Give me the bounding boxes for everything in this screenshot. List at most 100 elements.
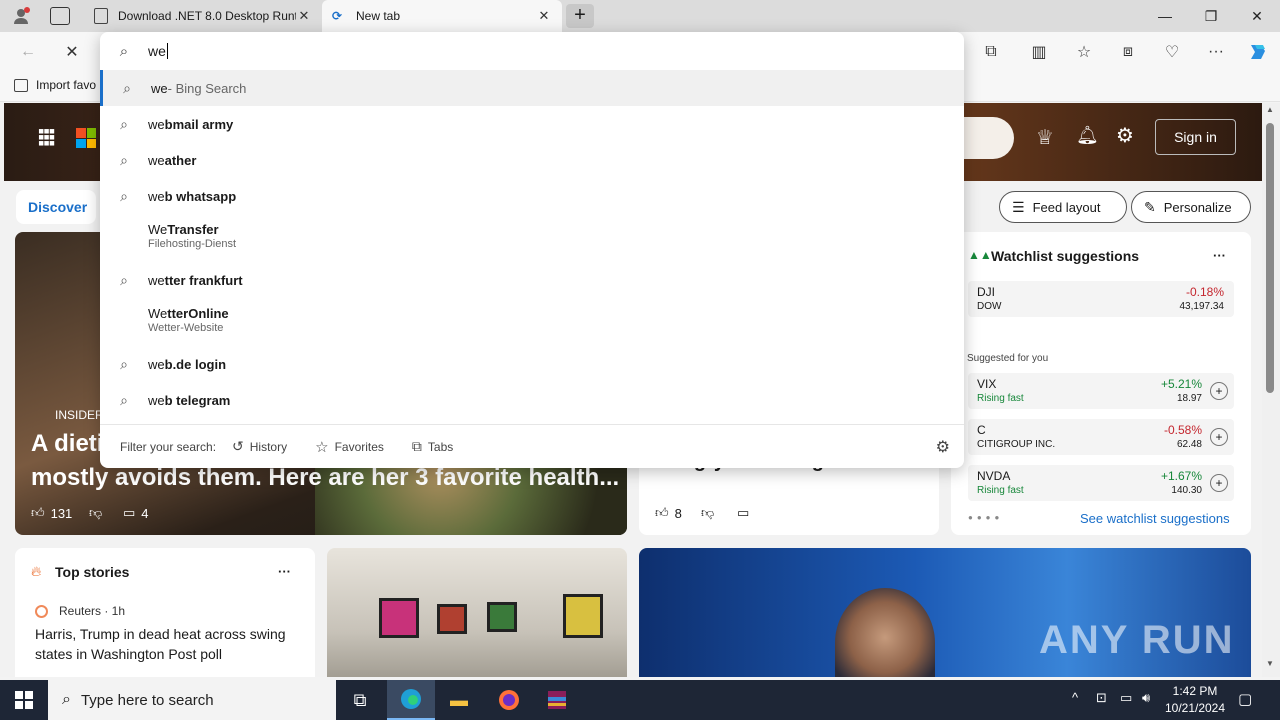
top-stories-more-button[interactable]: ··· [278, 564, 291, 579]
suggestion-item[interactable]: ⌕ we b.de login [100, 346, 964, 382]
suggestion-item[interactable]: ⌕ we b telegram [100, 382, 964, 418]
notification-center-icon[interactable]: ▢ [1238, 690, 1252, 708]
like-button[interactable]: 👍︎ 8 [655, 505, 682, 521]
file-explorer-icon[interactable]: ▬ [435, 680, 483, 720]
show-hidden-icons[interactable]: ^ [1072, 690, 1078, 705]
tab-dotnet-download[interactable]: Download .NET 8.0 Desktop Runt ✕ [84, 0, 322, 32]
search-icon: ⌕ [123, 79, 131, 96]
new-tab-button[interactable]: + [566, 4, 594, 28]
winrar-icon[interactable] [533, 680, 581, 720]
suggestion-typed: We [148, 222, 168, 237]
start-button[interactable] [0, 680, 48, 720]
dislike-icon[interactable]: 👎︎ [701, 505, 714, 521]
firefox-icon[interactable] [485, 680, 533, 720]
network-icon[interactable]: ⊡ [1096, 690, 1107, 706]
suggestion-item[interactable]: ⌕ we - Bing Search [100, 70, 964, 106]
address-input[interactable]: we [148, 43, 168, 59]
search-icon: ⌕ [120, 355, 128, 372]
collections-icon[interactable]: ⧈ [1114, 38, 1142, 66]
tab-new-tab[interactable]: ⟳ New tab ✕ [322, 0, 562, 32]
filter-favorites-button[interactable]: ☆ Favorites [315, 438, 384, 456]
suggestion-item[interactable]: ⌕ we bmail army [100, 106, 964, 142]
close-tab-icon[interactable]: ✕ [536, 8, 552, 24]
watchlist-more-button[interactable]: ··· [1213, 248, 1226, 263]
split-screen-icon[interactable]: ▥ [1025, 38, 1053, 66]
carousel-dots[interactable]: ●●●● [968, 513, 1003, 522]
notifications-icon[interactable]: 🔔︎ [1076, 125, 1099, 146]
page-scrollbar[interactable]: ▲ ▼ [1262, 103, 1280, 677]
scrollbar-thumb[interactable] [1266, 123, 1274, 393]
search-settings-icon[interactable]: ⚙ [936, 437, 950, 457]
extensions-icon[interactable]: ⧉ [977, 38, 1005, 66]
comment-icon[interactable]: ▭ [737, 505, 749, 521]
filter-history-button[interactable]: ↺ History [232, 438, 287, 455]
apps-launcher-icon[interactable]: ▪▪▪ ▪▪▪ ▪▪▪ [38, 122, 55, 152]
suggestion-rest: b.de login [164, 356, 227, 372]
stock-price: 140.30 [1171, 485, 1202, 496]
story-headline[interactable]: Harris, Trump in dead heat across swing … [35, 624, 301, 664]
add-to-watchlist-button[interactable]: + [1210, 474, 1228, 492]
stock-row-nvda[interactable]: NVDA Rising fast +1.67% 140.30 + [968, 465, 1234, 501]
volume-icon[interactable]: 🔊︎ [1142, 690, 1150, 706]
profile-icon[interactable] [10, 6, 32, 26]
minimize-button[interactable]: — [1142, 0, 1188, 32]
artwork-frame-4 [563, 594, 603, 638]
loading-icon: ⟳ [332, 9, 343, 23]
favorites-icon[interactable]: ☆ [1070, 38, 1098, 66]
gallery-image-card[interactable] [327, 548, 627, 677]
system-clock[interactable]: 1:42 PM 10/21/2024 [1164, 683, 1226, 717]
maximize-button[interactable]: ❐ [1188, 0, 1234, 32]
stop-loading-icon[interactable]: ✕ [58, 38, 86, 66]
browser-essentials-icon[interactable]: ♡ [1158, 38, 1186, 66]
task-view-icon[interactable]: ⧉ [336, 680, 384, 720]
close-window-button[interactable]: ✕ [1234, 0, 1280, 32]
tab-actions-icon[interactable] [50, 7, 70, 25]
copilot-banner-icon[interactable] [960, 117, 1014, 159]
page-icon [94, 8, 108, 24]
filter-tabs-button[interactable]: ⧉ Tabs [412, 438, 453, 455]
watchlist-title: Watchlist suggestions [991, 248, 1140, 264]
suggestion-rest: Transfer [167, 222, 219, 237]
comment-icon: ▭ [123, 505, 136, 520]
suggestion-item[interactable]: ⌕ we b whatsapp [100, 178, 964, 214]
discover-tab[interactable]: Discover [16, 190, 96, 224]
suggestion-item[interactable]: ⌕ we ather [100, 142, 964, 178]
dislike-icon[interactable]: 👎︎ [89, 505, 102, 521]
rewards-icon[interactable]: ♕ [1036, 125, 1054, 150]
suggestion-item[interactable]: WeTransfer Filehosting-Dienst [100, 214, 964, 258]
personalize-button[interactable]: ✎ Personalize [1131, 191, 1251, 223]
page-settings-icon[interactable]: ⚙ [1116, 123, 1134, 148]
search-icon: ⌕ [120, 115, 128, 132]
scroll-down-icon[interactable]: ▼ [1266, 659, 1274, 668]
suggestion-item[interactable]: ⌕ we tter frankfurt [100, 262, 964, 298]
taskbar-search-box[interactable]: ⌕ Type here to search [48, 680, 336, 720]
back-icon[interactable]: ← [14, 38, 42, 66]
edge-taskbar-icon[interactable] [387, 680, 435, 720]
import-favorites-button[interactable]: Import favo [14, 78, 96, 92]
feed-layout-button[interactable]: ☰ Feed layout [999, 191, 1127, 223]
add-to-watchlist-button[interactable]: + [1210, 382, 1228, 400]
sign-in-button[interactable]: Sign in [1155, 119, 1236, 155]
suggestion-typed: we [151, 80, 168, 96]
see-watchlist-link[interactable]: See watchlist suggestions [1080, 511, 1230, 526]
wifi-icon[interactable]: ▭ [1120, 690, 1132, 706]
top-stories-card: 🔥︎ Top stories ··· Reuters · 1h Harris, … [15, 548, 315, 677]
settings-more-icon[interactable]: ··· [1202, 38, 1230, 66]
person-photo [835, 588, 935, 677]
stock-row-c[interactable]: C CITIGROUP INC. -0.58% 62.48 + [968, 419, 1234, 455]
add-to-watchlist-button[interactable]: + [1210, 428, 1228, 446]
news-photo-card[interactable]: ANY RUN [639, 548, 1251, 677]
like-button[interactable]: 👍︎ 131 [31, 505, 72, 521]
suggestion-typed: we [148, 356, 165, 372]
stock-symbol: C [977, 423, 986, 437]
close-tab-icon[interactable]: ✕ [296, 8, 312, 24]
copilot-icon[interactable] [1244, 38, 1272, 66]
stock-row-vix[interactable]: VIX Rising fast +5.21% 18.97 + [968, 373, 1234, 409]
suggestion-rest: - Bing Search [167, 80, 247, 96]
suggestion-typed: we [148, 188, 165, 204]
comment-button[interactable]: ▭ 4 [123, 505, 149, 521]
scroll-up-icon[interactable]: ▲ [1266, 105, 1274, 114]
stock-row-dji[interactable]: DJI DOW -0.18% 43,197.34 [968, 281, 1234, 317]
suggestion-item[interactable]: WetterOnline Wetter-Website [100, 298, 964, 342]
address-bar[interactable]: ⌕ we [100, 32, 964, 70]
